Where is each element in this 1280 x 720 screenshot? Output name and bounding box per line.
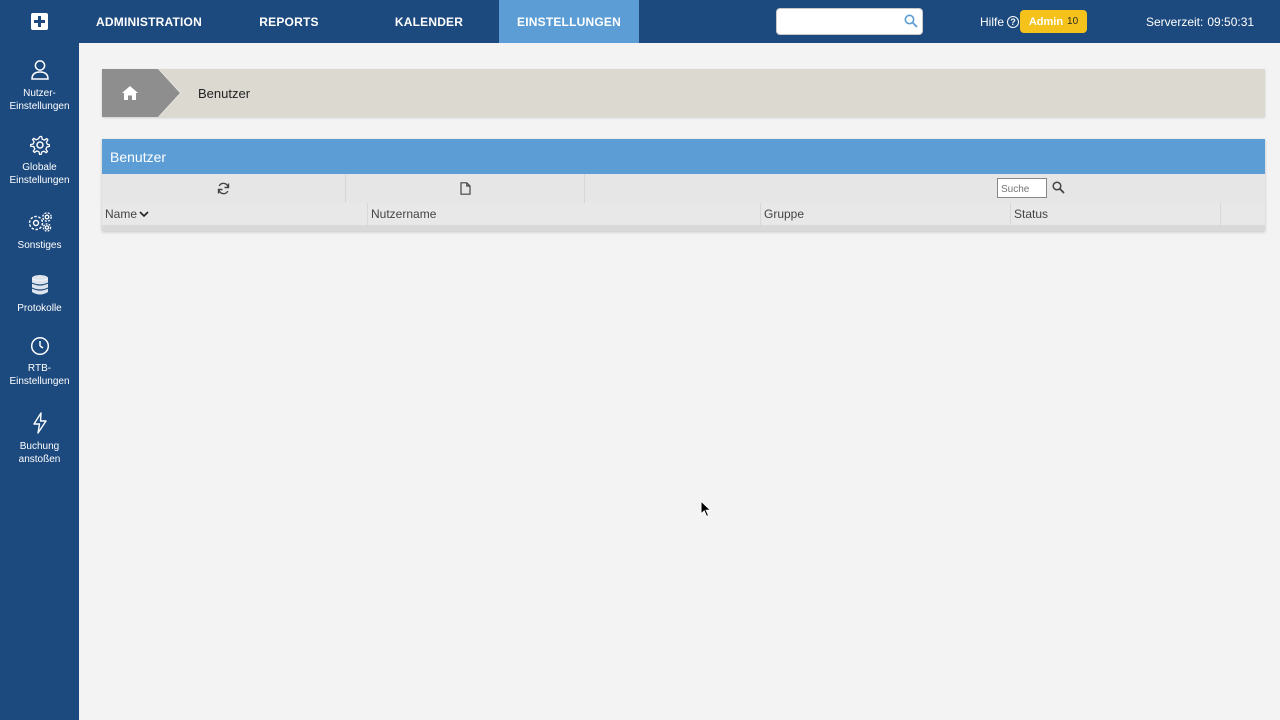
new-document-button[interactable] bbox=[346, 174, 584, 203]
sidebar-item-sonstiges[interactable]: Sonstiges bbox=[0, 211, 79, 252]
breadcrumb-current: Benutzer bbox=[198, 85, 251, 101]
breadcrumb-divider bbox=[158, 69, 180, 117]
user-icon bbox=[30, 60, 49, 80]
sidebar-item-label: Globale bbox=[22, 162, 57, 173]
sidebar-item-label: Protokolle bbox=[17, 303, 62, 314]
gear-icon bbox=[29, 135, 50, 155]
sidebar-item-label: RTB- bbox=[27, 363, 52, 374]
nav-reports[interactable]: REPORTS bbox=[219, 0, 359, 43]
column-header-label: Gruppe bbox=[764, 207, 805, 221]
document-icon bbox=[459, 182, 471, 195]
sidebar-item-globale-einstellungen[interactable]: Globale Einstellungen bbox=[0, 135, 79, 187]
global-search bbox=[776, 8, 923, 35]
search-icon[interactable] bbox=[1052, 181, 1065, 194]
user-badge-count: 10 bbox=[1067, 16, 1079, 27]
table-footer bbox=[102, 225, 1265, 231]
sidebar-item-label: Einstellungen bbox=[9, 175, 70, 186]
column-header-label: Nutzername bbox=[371, 207, 437, 221]
help-label: Hilfe bbox=[980, 14, 1005, 29]
breadcrumb-home[interactable] bbox=[102, 69, 158, 117]
sidebar-item-label: Einstellungen bbox=[9, 101, 70, 112]
refresh-icon bbox=[217, 182, 230, 195]
breadcrumb: Benutzer bbox=[102, 69, 1265, 117]
top-bar: ADMINISTRATION REPORTS KALENDER EINSTELL… bbox=[0, 0, 1280, 43]
nav-administration[interactable]: ADMINISTRATION bbox=[79, 0, 219, 43]
toolbar-divider bbox=[584, 174, 585, 203]
sidebar-item-label: Einstellungen bbox=[9, 376, 70, 387]
nav-kalender[interactable]: KALENDER bbox=[359, 0, 499, 43]
gears-icon bbox=[28, 212, 52, 232]
user-badge[interactable]: Admin 10 bbox=[1020, 10, 1087, 33]
sidebar-item-label: Nutzer- bbox=[23, 88, 56, 99]
help-link[interactable]: Hilfe ? bbox=[980, 0, 1020, 43]
sidebar-item-rtb-einstellungen[interactable]: RTB- Einstellungen bbox=[0, 336, 79, 388]
sidebar-item-protokolle[interactable]: Protokolle bbox=[0, 274, 79, 315]
plus-square-icon bbox=[31, 13, 48, 30]
column-header-gruppe[interactable]: Gruppe bbox=[761, 203, 1010, 225]
server-time: Serverzeit: 09:50:31 bbox=[1146, 0, 1254, 43]
global-search-input[interactable] bbox=[783, 13, 905, 33]
panel-title: Benutzer bbox=[102, 139, 1265, 174]
column-divider bbox=[1220, 203, 1221, 225]
sidebar-item-label: anstoßen bbox=[18, 454, 61, 465]
table-header: Name Nutzername Gruppe Status bbox=[102, 203, 1265, 225]
search-icon[interactable] bbox=[904, 14, 918, 28]
database-icon bbox=[31, 275, 48, 295]
app-logo[interactable] bbox=[0, 0, 79, 43]
table-search bbox=[997, 178, 1048, 199]
column-header-status[interactable]: Status bbox=[1011, 203, 1220, 225]
server-time-label: Serverzeit: bbox=[1146, 14, 1204, 29]
table-search-input[interactable] bbox=[998, 180, 1048, 199]
sidebar-item-nutzer-einstellungen[interactable]: Nutzer- Einstellungen bbox=[0, 59, 79, 113]
server-time-value: 09:50:31 bbox=[1207, 14, 1255, 29]
sidebar-item-label: Sonstiges bbox=[17, 240, 62, 251]
home-icon bbox=[122, 86, 138, 100]
mouse-cursor-icon bbox=[700, 500, 712, 518]
sidebar-item-buchung-anstossen[interactable]: Buchung anstoßen bbox=[0, 412, 79, 466]
chevron-down-icon bbox=[139, 211, 149, 218]
column-header-label: Name bbox=[105, 207, 138, 221]
panel-toolbar bbox=[102, 174, 1265, 203]
user-badge-label: Admin bbox=[1028, 15, 1064, 28]
refresh-button[interactable] bbox=[102, 174, 345, 203]
column-header-label: Status bbox=[1014, 207, 1049, 221]
clock-icon bbox=[30, 336, 49, 356]
column-header-nutzername[interactable]: Nutzername bbox=[368, 203, 760, 225]
question-icon: ? bbox=[1007, 15, 1020, 28]
sidebar-item-label: Buchung bbox=[19, 441, 60, 452]
lightning-icon bbox=[32, 412, 47, 434]
nav-einstellungen[interactable]: EINSTELLUNGEN bbox=[499, 0, 639, 43]
column-header-name[interactable]: Name bbox=[102, 203, 367, 225]
users-panel: Benutzer Name bbox=[102, 139, 1265, 231]
sidebar: Nutzer- Einstellungen Globale Einstellun… bbox=[0, 43, 79, 720]
